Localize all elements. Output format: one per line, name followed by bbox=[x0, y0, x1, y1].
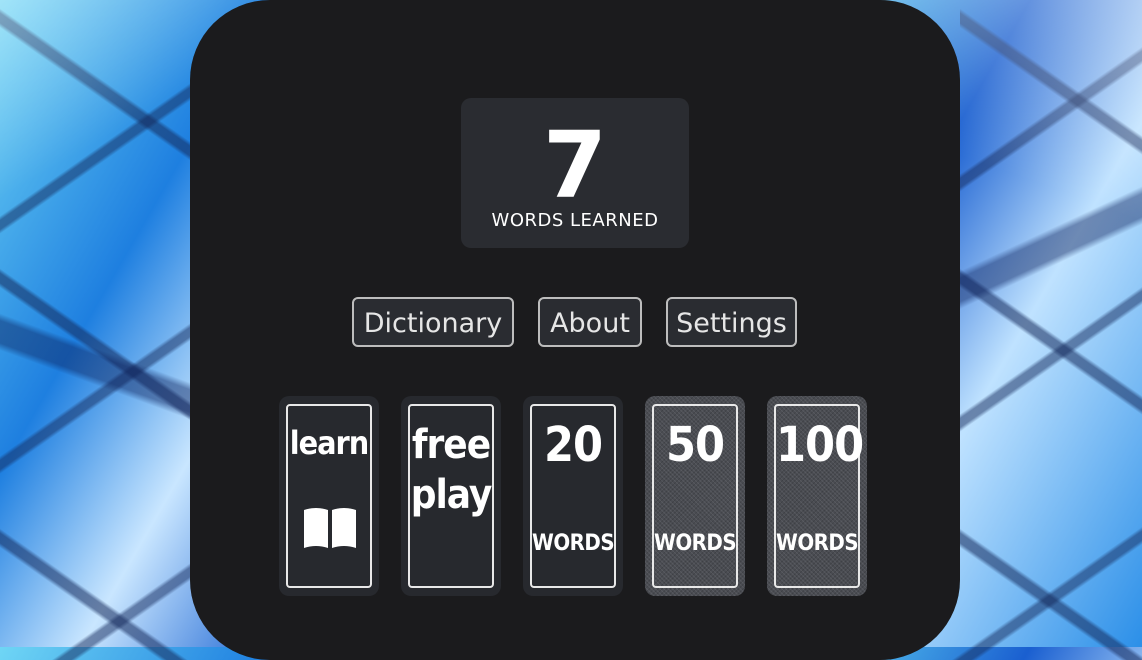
100-words-unit: WORDS bbox=[776, 531, 859, 556]
words-learned-label: WORDS LEARNED bbox=[491, 210, 659, 231]
settings-button[interactable]: Settings bbox=[666, 297, 797, 347]
100-words-frame: 100 WORDS bbox=[774, 404, 864, 588]
free-play-mode-frame: free play bbox=[408, 404, 494, 588]
free-play-title: free play bbox=[410, 420, 493, 520]
learn-mode-title: learn bbox=[289, 424, 370, 462]
20-words-number: 20 bbox=[543, 417, 603, 473]
learn-mode-frame: learn bbox=[286, 404, 372, 588]
words-learned-count: 7 bbox=[542, 112, 607, 219]
learn-mode-card[interactable]: learn bbox=[279, 396, 379, 596]
100-words-number: 100 bbox=[776, 417, 864, 473]
words-learned-counter: 7 WORDS LEARNED bbox=[461, 98, 689, 248]
about-button[interactable]: About bbox=[538, 297, 642, 347]
50-words-frame: 50 WORDS bbox=[652, 404, 738, 588]
free-play-line1: free bbox=[411, 422, 491, 468]
free-play-line2: play bbox=[410, 472, 493, 518]
20-words-frame: 20 WORDS bbox=[530, 404, 616, 588]
50-words-mode-card[interactable]: 50 WORDS bbox=[645, 396, 745, 596]
20-words-unit: WORDS bbox=[532, 531, 615, 556]
20-words-mode-card[interactable]: 20 WORDS bbox=[523, 396, 623, 596]
free-play-mode-card[interactable]: free play bbox=[401, 396, 501, 596]
dictionary-button[interactable]: Dictionary bbox=[352, 297, 514, 347]
100-words-mode-card[interactable]: 100 WORDS bbox=[767, 396, 867, 596]
book-icon bbox=[304, 508, 356, 548]
50-words-number: 50 bbox=[665, 417, 725, 473]
50-words-unit: WORDS bbox=[654, 531, 737, 556]
